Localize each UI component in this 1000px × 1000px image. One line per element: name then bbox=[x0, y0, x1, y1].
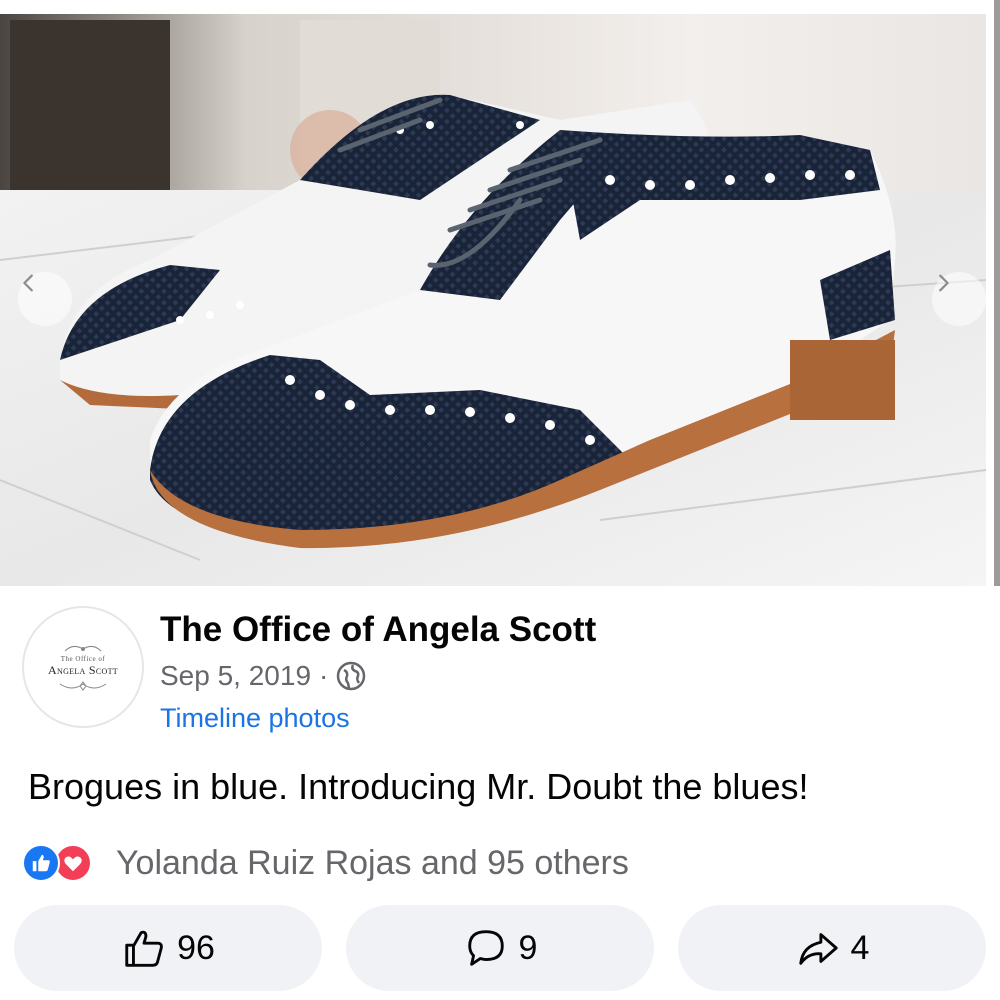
album-link[interactable]: Timeline photos bbox=[160, 703, 350, 734]
action-bar: 96 9 4 bbox=[0, 900, 1000, 1000]
scrollbar[interactable] bbox=[994, 0, 1000, 586]
comment-button[interactable]: 9 bbox=[346, 905, 654, 991]
comment-bubble-icon bbox=[467, 930, 504, 966]
globe-icon bbox=[337, 661, 366, 691]
reactions-summary[interactable]: Yolanda Ruiz Rojas and 95 others bbox=[22, 842, 629, 884]
post-meta: Sep 5, 2019 · bbox=[160, 660, 366, 692]
avatar-logo-name: Angela Scott bbox=[48, 662, 118, 677]
next-photo-button[interactable] bbox=[932, 272, 986, 326]
share-count: 4 bbox=[850, 928, 870, 967]
chevron-left-icon bbox=[23, 274, 33, 292]
comment-count: 9 bbox=[518, 928, 538, 967]
previous-photo-button[interactable] bbox=[18, 272, 72, 326]
post-text: Brogues in blue. Introducing Mr. Doubt t… bbox=[28, 766, 809, 807]
post-photo[interactable] bbox=[0, 0, 1000, 586]
thumbs-up-icon bbox=[125, 930, 163, 967]
post-date[interactable]: Sep 5, 2019 bbox=[160, 660, 311, 692]
scrollbar-thumb[interactable] bbox=[994, 0, 1000, 586]
like-count: 96 bbox=[177, 928, 215, 967]
reaction-icons bbox=[22, 842, 106, 884]
reaction-summary-text: Yolanda Ruiz Rojas and 95 others bbox=[116, 843, 629, 882]
share-arrow-icon bbox=[798, 933, 838, 965]
like-reaction-icon bbox=[22, 844, 60, 882]
avatar-logo-top: The Office of bbox=[60, 654, 106, 663]
share-button[interactable]: 4 bbox=[678, 905, 986, 991]
page-name[interactable]: The Office of Angela Scott bbox=[160, 610, 596, 650]
brogue-shoes-image bbox=[0, 0, 1000, 586]
page-avatar[interactable]: The Office of Angela Scott bbox=[22, 606, 144, 728]
ornament-bottom-icon bbox=[59, 680, 107, 691]
like-button[interactable]: 96 bbox=[14, 905, 322, 991]
chevron-right-icon bbox=[939, 274, 949, 292]
ornament-icon bbox=[64, 645, 102, 651]
meta-separator: · bbox=[319, 660, 329, 691]
